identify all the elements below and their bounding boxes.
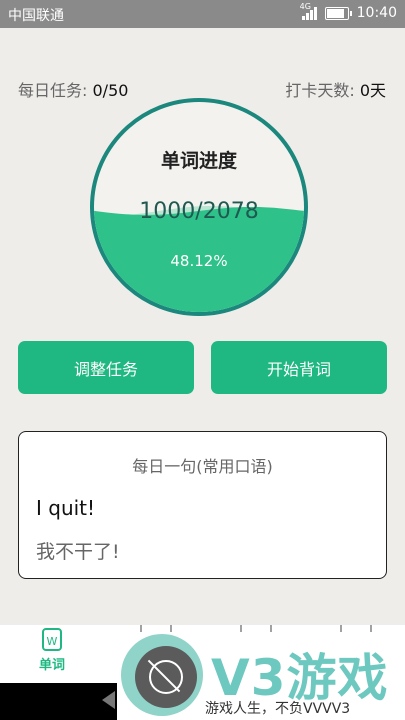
word-progress-circle: 单词进度 1000/2078 48.12% bbox=[90, 98, 308, 316]
back-icon[interactable] bbox=[102, 691, 115, 709]
word-book-icon: W bbox=[42, 628, 62, 651]
checkin-days-stat: 打卡天数: 0天 bbox=[285, 77, 386, 101]
signal-icon: 4G bbox=[300, 2, 317, 20]
status-icons: 4G 10:40 bbox=[300, 2, 397, 21]
daily-task-value: 0/50 bbox=[92, 81, 129, 100]
status-bar: 中国联通 4G 10:40 bbox=[0, 0, 405, 28]
daily-sentence-chinese: 我不干了! bbox=[36, 541, 120, 563]
tab-words-label: 单词 bbox=[38, 658, 65, 673]
daily-sentence-title: 每日一句(常用口语) bbox=[132, 457, 273, 476]
checkin-label: 打卡天数: bbox=[285, 81, 355, 100]
site-watermark: V3游戏 游戏人生，不负VVVV3 bbox=[117, 632, 405, 720]
daily-sentence-english: I quit! bbox=[36, 496, 96, 520]
tab-words[interactable]: W 单词 bbox=[22, 627, 82, 673]
progress-percent: 48.12% bbox=[170, 252, 228, 270]
watermark-logo bbox=[121, 634, 203, 716]
checkin-value: 0天 bbox=[359, 81, 386, 100]
progress-title: 单词进度 bbox=[160, 150, 237, 172]
daily-task-label: 每日任务: bbox=[18, 81, 88, 100]
adjust-task-button[interactable]: 调整任务 bbox=[18, 341, 194, 394]
word-book-icon-letter: W bbox=[47, 635, 58, 648]
network-type: 4G bbox=[299, 2, 311, 11]
progress-count: 1000/2078 bbox=[139, 199, 259, 224]
daily-task-stat: 每日任务: 0/50 bbox=[18, 77, 128, 101]
clock: 10:40 bbox=[356, 5, 397, 21]
watermark-subtitle: 游戏人生，不负VVVV3 bbox=[205, 701, 351, 717]
start-memorize-button[interactable]: 开始背词 bbox=[211, 341, 387, 394]
battery-icon bbox=[324, 6, 352, 20]
carrier-name: 中国联通 bbox=[8, 8, 64, 24]
daily-sentence-card: 每日一句(常用口语) I quit! 我不干了! bbox=[18, 431, 387, 579]
